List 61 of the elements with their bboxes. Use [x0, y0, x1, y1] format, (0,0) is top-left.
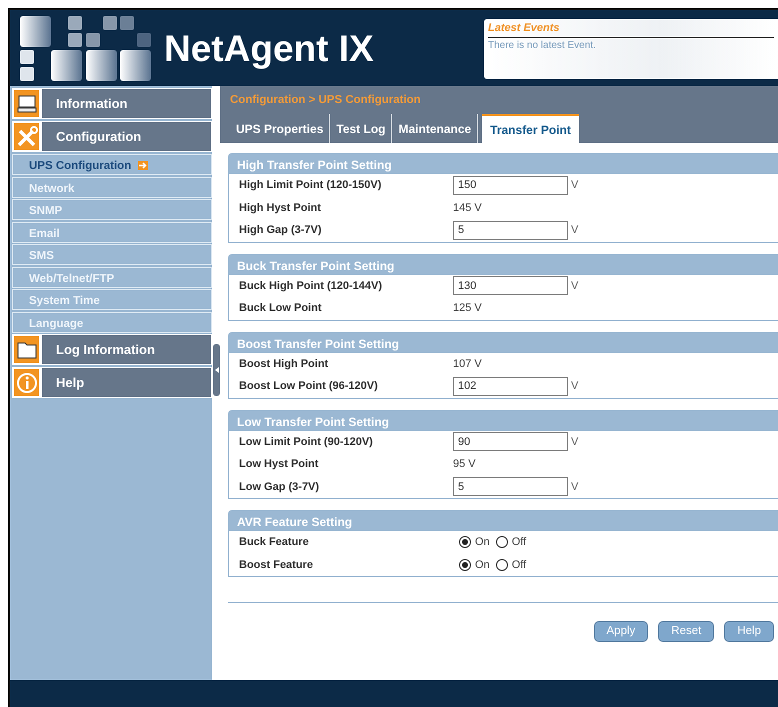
menu-group[interactable]: Information — [41, 88, 212, 119]
field-value: 95 V — [453, 457, 476, 472]
events-title: Latest Events — [488, 20, 774, 38]
action-button[interactable]: Help — [724, 621, 774, 642]
action-button[interactable]: Apply — [594, 621, 648, 642]
radio-label: Off — [512, 558, 526, 572]
field-label: Buck Feature — [239, 535, 310, 550]
folder-icon[interactable] — [16, 340, 38, 360]
radio-button[interactable] — [459, 536, 471, 548]
tab[interactable]: Transfer Point — [482, 114, 579, 144]
field-label: Buck High Point (120-144V) — [239, 278, 384, 294]
field-label: Low Hyst Point — [239, 457, 320, 472]
input-field[interactable]: 150 — [453, 176, 568, 195]
breadcrumb: Configuration > UPS Configuration — [230, 93, 422, 108]
tab[interactable]: Test Log — [330, 114, 392, 144]
section-title: Low Transfer Point Setting — [229, 410, 778, 430]
unit-label: V — [571, 480, 578, 494]
field-label: Boost High Point — [239, 356, 330, 372]
radio-label: On — [475, 535, 490, 550]
input-field[interactable]: 5 — [453, 477, 568, 496]
unit-label: V — [571, 223, 578, 238]
section-title: High Transfer Point Setting — [229, 154, 778, 174]
radio-button[interactable] — [459, 558, 471, 571]
app-title: NetAgent IX — [164, 30, 374, 66]
unit-label: V — [571, 178, 578, 193]
field-label: High Limit Point (120-150V) — [239, 178, 382, 193]
menu-group[interactable]: Help — [41, 367, 212, 398]
input-field[interactable]: 90 — [453, 432, 568, 452]
events-text: There is no latest Event. — [488, 38, 597, 52]
section-title: Buck Transfer Point Setting — [229, 254, 778, 274]
menu-group[interactable]: Log Information — [41, 334, 212, 365]
field-label: Low Limit Point (90-120V) — [239, 434, 374, 450]
input-field[interactable]: 5 — [453, 220, 568, 240]
input-field[interactable]: 102 — [453, 376, 568, 396]
unit-label: V — [571, 278, 578, 294]
field-value: 107 V — [453, 356, 482, 372]
field-label: Low Gap (3-7V) — [239, 480, 320, 494]
field-label: Boost Low Point (96-120V) — [239, 379, 379, 394]
field-label: High Hyst Point — [239, 200, 322, 216]
monitor-icon[interactable] — [16, 94, 36, 114]
radio-label: Off — [512, 535, 526, 550]
unit-label: V — [571, 379, 578, 394]
field-label: Boost Feature — [239, 558, 314, 572]
field-value: 145 V — [453, 200, 482, 216]
tab[interactable]: UPS Properties — [230, 114, 330, 144]
menu-item[interactable]: UPS Configuration — [12, 154, 212, 175]
section-title: AVR Feature Setting — [229, 511, 778, 531]
input-field[interactable]: 130 — [453, 276, 568, 296]
radio-button[interactable] — [496, 536, 508, 548]
unit-label: V — [571, 434, 578, 450]
field-value: 125 V — [453, 301, 482, 316]
field-label: High Gap (3-7V) — [239, 223, 323, 238]
action-button[interactable]: Reset — [658, 621, 714, 642]
section-title: Boost Transfer Point Setting — [229, 332, 778, 352]
field-label: Buck Low Point — [239, 301, 322, 316]
radio-label: On — [475, 558, 490, 572]
collapse-handle[interactable] — [213, 344, 220, 396]
tab[interactable]: Maintenance — [392, 114, 478, 144]
menu-group[interactable]: Configuration — [41, 121, 212, 152]
radio-button[interactable] — [496, 558, 508, 571]
arrow-icon — [138, 161, 148, 170]
